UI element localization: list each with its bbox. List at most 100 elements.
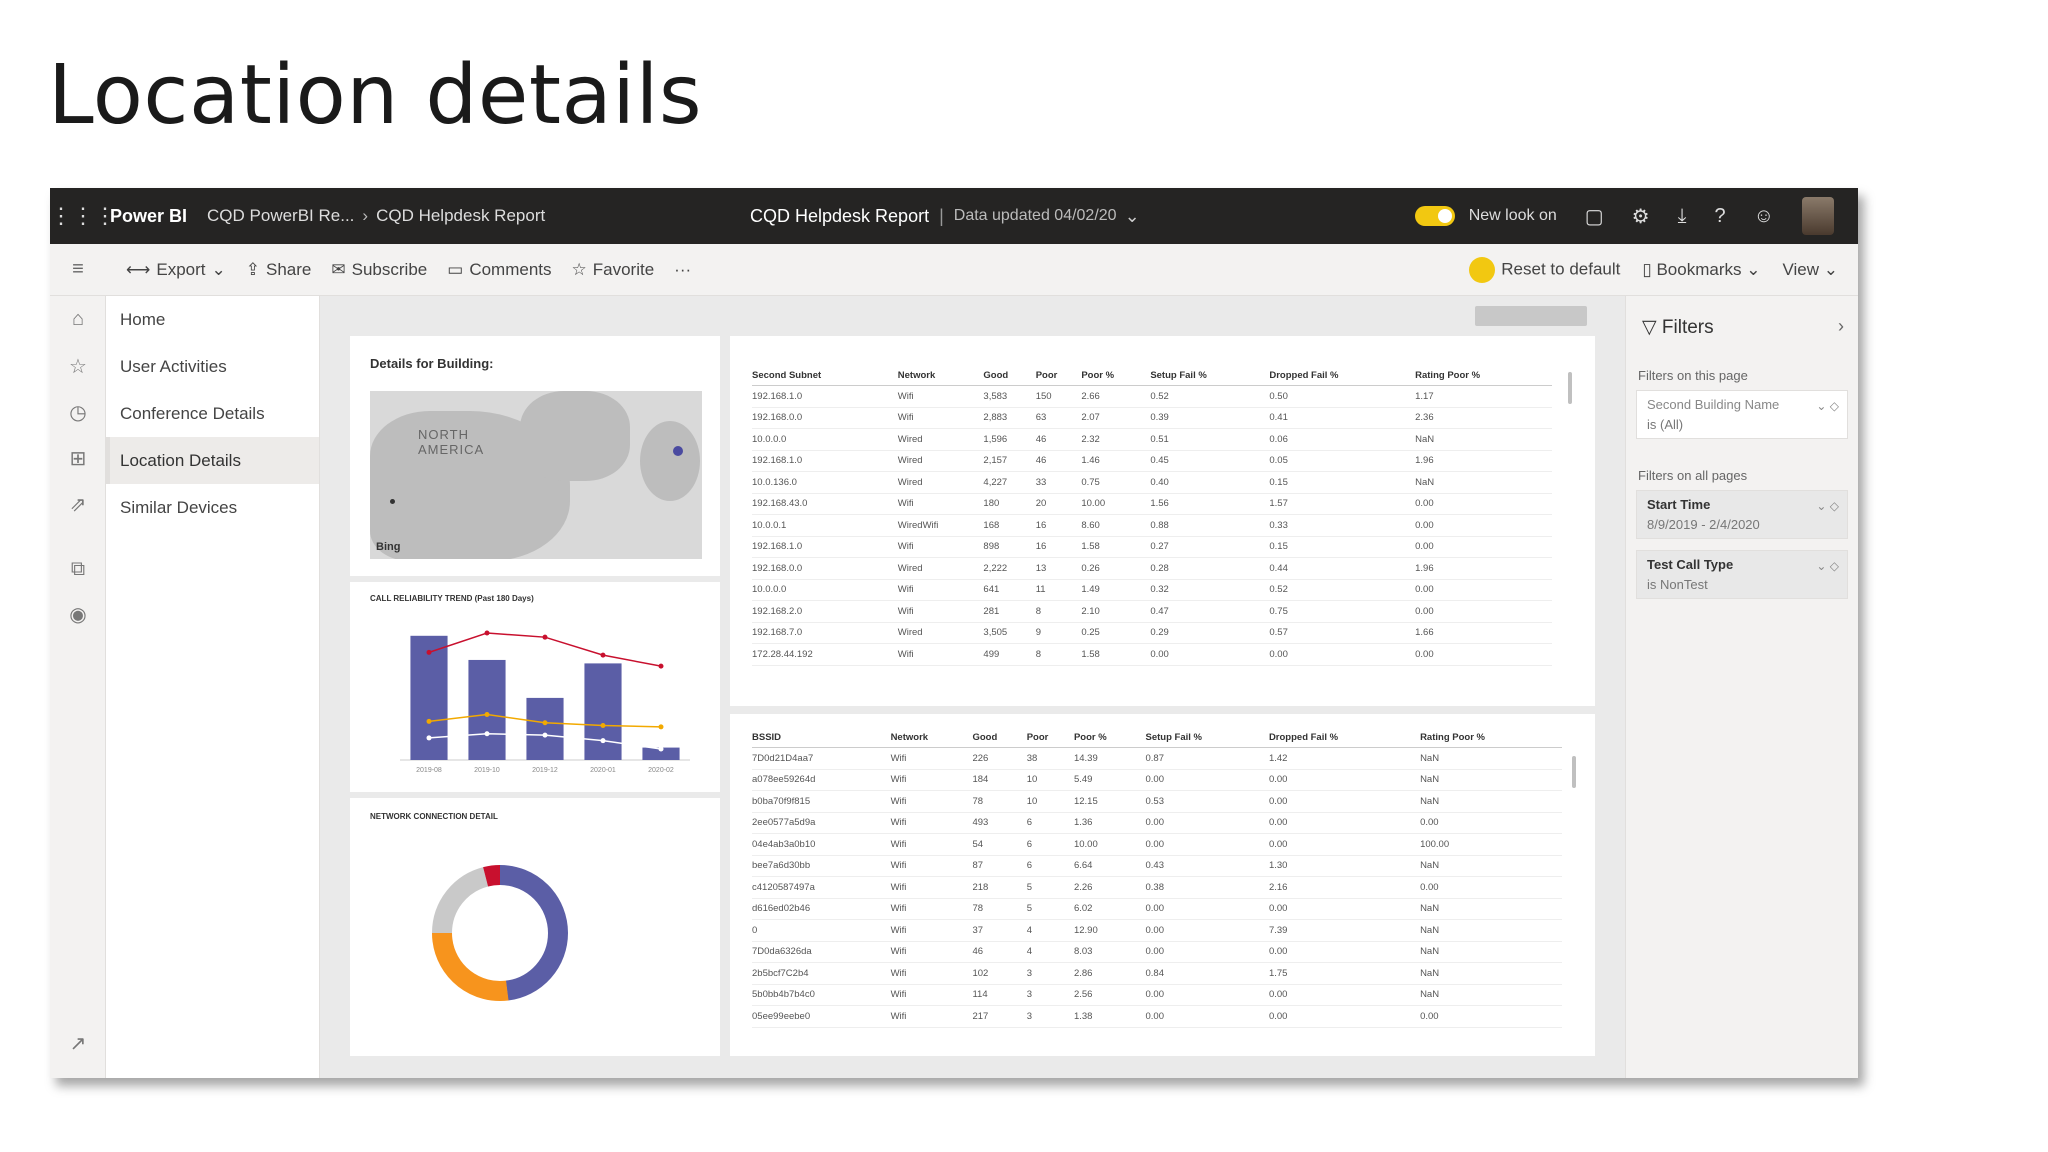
table-row[interactable]: 192.168.0.0 Wifi 2,883 63 2.07 0.39 0.41 2.36 <box>752 407 1552 429</box>
table-row[interactable]: 192.168.2.0 Wifi 281 8 2.10 0.47 0.75 0.00 <box>752 600 1552 623</box>
bssid-table[interactable]: BSSID Network Good Poor Poor % Setup Fail % Dr… <box>752 728 1562 1028</box>
favorite-button[interactable]: ☆ Favorite <box>572 260 655 280</box>
help-icon[interactable]: ? <box>1714 205 1725 228</box>
table-row[interactable]: a078ee59264d Wifi 184 10 5.49 0.00 0.00 NaN <box>752 769 1562 791</box>
table-row[interactable]: 05ee99eebe0 Wifi 217 3 1.38 0.00 0.00 0.00 <box>752 1005 1562 1028</box>
brand-name[interactable]: Power BI <box>110 206 187 227</box>
subnet-table[interactable]: Second Subnet Network Good Poor Poor % Setup … <box>752 366 1552 666</box>
table-row[interactable]: 10.0.136.0 Wired 4,227 33 0.75 0.40 0.15 NaN <box>752 471 1552 494</box>
workspaces-icon[interactable]: ⧉ <box>50 558 106 581</box>
share-button[interactable]: ⇪ Share <box>246 260 312 280</box>
chevron-down-icon[interactable]: ⌄ ◇ <box>1816 399 1839 413</box>
notifications-icon[interactable]: ▢ <box>1585 204 1604 229</box>
new-look-toggle[interactable] <box>1414 206 1455 226</box>
page-location-details[interactable]: Location Details <box>106 437 319 484</box>
page-home[interactable]: Home <box>106 296 319 343</box>
profile-icon[interactable]: ◉ <box>50 602 106 627</box>
call-reliability-chart[interactable]: 2019-08 2019-10 2019-12 2020-01 2020-02 <box>350 582 720 792</box>
comments-button[interactable]: ▭ Comments <box>447 260 551 280</box>
hamburger-icon[interactable]: ≡ <box>50 258 106 281</box>
download-icon[interactable]: ⤓ <box>1678 205 1687 228</box>
table-row[interactable]: 0 Wifi 37 4 12.90 0.00 7.39 NaN <box>752 919 1562 942</box>
map-pin[interactable] <box>390 499 395 504</box>
expand-icon[interactable]: ↗ <box>50 1031 106 1056</box>
subscribe-button[interactable]: ✉ Subscribe <box>331 260 427 280</box>
bookmarks-button[interactable]: ▯ Bookmarks ⌄ <box>1642 260 1760 280</box>
column-header[interactable]: Dropped Fail % <box>1268 728 1421 748</box>
export-button[interactable]: ⟷ Export ⌄ <box>126 260 226 280</box>
view-button[interactable]: View ⌄ <box>1782 260 1838 280</box>
column-header[interactable]: Setup Fail % <box>1150 366 1270 386</box>
canvas-top-button[interactable] <box>1475 306 1587 326</box>
table-row[interactable]: 10.0.0.1 WiredWifi 168 16 8.60 0.88 0.33 0.00 <box>752 514 1552 537</box>
feedback-icon[interactable]: ☺ <box>1754 205 1774 228</box>
table-row[interactable]: 192.168.1.0 Wifi 898 16 1.58 0.27 0.15 0.00 <box>752 536 1552 558</box>
table-scrollbar[interactable] <box>1568 372 1572 404</box>
network-connection-chart[interactable] <box>350 798 720 1056</box>
page-similar-devices[interactable]: Similar Devices <box>106 484 319 531</box>
table-row[interactable]: d616ed02b46 Wifi 78 5 6.02 0.00 0.00 NaN <box>752 898 1562 920</box>
column-header[interactable]: Good <box>972 728 1027 748</box>
breadcrumb-report[interactable]: CQD Helpdesk Report <box>376 206 545 226</box>
table-row[interactable]: 192.168.0.0 Wired 2,222 13 0.26 0.28 0.44 1.96 <box>752 557 1552 580</box>
column-header[interactable]: Network <box>890 728 973 748</box>
table-row[interactable]: 192.168.43.0 Wifi 180 20 10.00 1.56 1.57 0.00 <box>752 493 1552 515</box>
column-header[interactable]: Network <box>897 366 984 386</box>
table-row[interactable]: 2ee0577a5d9a Wifi 493 6 1.36 0.00 0.00 0.00 <box>752 812 1562 834</box>
table-row[interactable]: 10.0.0.0 Wifi 641 11 1.49 0.32 0.52 0.00 <box>752 579 1552 601</box>
star-icon[interactable]: ☆ <box>50 354 106 379</box>
column-header[interactable]: Second Subnet <box>752 366 898 386</box>
filter-card-building[interactable]: Second Building Name is (All) ⌄ ◇ <box>1636 390 1848 439</box>
table-row[interactable]: 192.168.1.0 Wired 2,157 46 1.46 0.45 0.05 1.96 <box>752 450 1552 472</box>
filter-card-start-time[interactable]: Start Time 8/9/2019 - 2/4/2020 ⌄ ◇ <box>1636 490 1848 539</box>
table-row[interactable]: 04e4ab3a0b10 Wifi 54 6 10.00 0.00 0.00 100.00 <box>752 833 1562 856</box>
table-row[interactable]: 192.168.1.0 Wifi 3,583 150 2.66 0.52 0.50 1.17 <box>752 385 1552 408</box>
column-header[interactable]: Rating Poor % <box>1420 728 1562 748</box>
clock-icon[interactable]: ◷ <box>50 400 106 425</box>
report-title-area[interactable]: CQD Helpdesk Report | Data updated 04/02… <box>750 188 1140 244</box>
column-header[interactable]: Rating Poor % <box>1415 366 1552 386</box>
app-launcher-icon[interactable]: ⋮⋮⋮ <box>50 203 116 229</box>
page-user-activities[interactable]: User Activities <box>106 343 319 390</box>
collapse-filters-icon[interactable]: › <box>1838 316 1844 337</box>
table-row[interactable]: b0ba70f9f815 Wifi 78 10 12.15 0.53 0.00 NaN <box>752 790 1562 813</box>
chevron-down-icon[interactable]: ⌄ ◇ <box>1816 499 1839 513</box>
table-scrollbar[interactable] <box>1572 756 1576 788</box>
column-header[interactable]: Poor % <box>1081 366 1151 386</box>
breadcrumb-workspace[interactable]: CQD PowerBI Re... <box>207 206 354 226</box>
avatar[interactable] <box>1802 197 1834 235</box>
column-header[interactable]: Good <box>983 366 1036 386</box>
shared-icon[interactable]: ⇗ <box>50 492 106 517</box>
column-header[interactable]: Poor <box>1035 366 1082 386</box>
table-row[interactable]: c4120587497a Wifi 218 5 2.26 0.38 2.16 0.00 <box>752 876 1562 899</box>
table-cell: 1.96 <box>1415 557 1552 580</box>
table-row[interactable]: 10.0.0.0 Wired 1,596 46 2.32 0.51 0.06 NaN <box>752 428 1552 451</box>
column-header[interactable]: BSSID <box>752 728 891 748</box>
chevron-down-icon[interactable]: ⌄ <box>1125 206 1140 227</box>
column-header[interactable]: Poor <box>1026 728 1074 748</box>
chevron-down-icon[interactable]: ⌄ ◇ <box>1816 559 1839 573</box>
table-row[interactable]: 7D0da6326da Wifi 46 4 8.03 0.00 0.00 NaN <box>752 941 1562 963</box>
table-row[interactable]: 172.28.44.192 Wifi 499 8 1.58 0.00 0.00 0.00 <box>752 643 1552 666</box>
gear-icon[interactable]: ⚙ <box>1632 204 1650 229</box>
table-row[interactable]: 192.168.7.0 Wired 3,505 9 0.25 0.29 0.57 1.66 <box>752 622 1552 644</box>
table-row[interactable]: 7D0d21D4aa7 Wifi 226 38 14.39 0.87 1.42 NaN <box>752 747 1562 770</box>
more-options-button[interactable]: ··· <box>674 260 691 280</box>
building-map[interactable]: NORTH AMERICA Bing <box>370 391 702 559</box>
table-cell: 0.00 <box>1145 898 1269 920</box>
column-header[interactable]: Dropped Fail % <box>1269 366 1416 386</box>
column-header[interactable]: Setup Fail % <box>1145 728 1269 748</box>
table-cell: 0.32 <box>1150 579 1270 601</box>
table-cell: 10.0.0.0 <box>752 428 898 451</box>
table-row[interactable]: 2b5bcf7C2b4 Wifi 102 3 2.86 0.84 1.75 NaN <box>752 962 1562 985</box>
home-icon[interactable]: ⌂ <box>50 308 106 331</box>
column-header[interactable]: Poor % <box>1073 728 1146 748</box>
filter-card-test-call-type[interactable]: Test Call Type is NonTest ⌄ ◇ <box>1636 550 1848 599</box>
table-row[interactable]: bee7a6d30bb Wifi 87 6 6.64 0.43 1.30 NaN <box>752 855 1562 877</box>
filter-value: is (All) <box>1647 417 1684 432</box>
apps-icon[interactable]: ⊞ <box>50 446 106 471</box>
table-row[interactable]: 5b0bb4b7b4c0 Wifi 114 3 2.56 0.00 0.00 NaN <box>752 984 1562 1006</box>
reset-button[interactable]: Reset to default <box>1469 257 1620 283</box>
map-pin[interactable] <box>673 446 683 456</box>
page-conference-details[interactable]: Conference Details <box>106 390 319 437</box>
